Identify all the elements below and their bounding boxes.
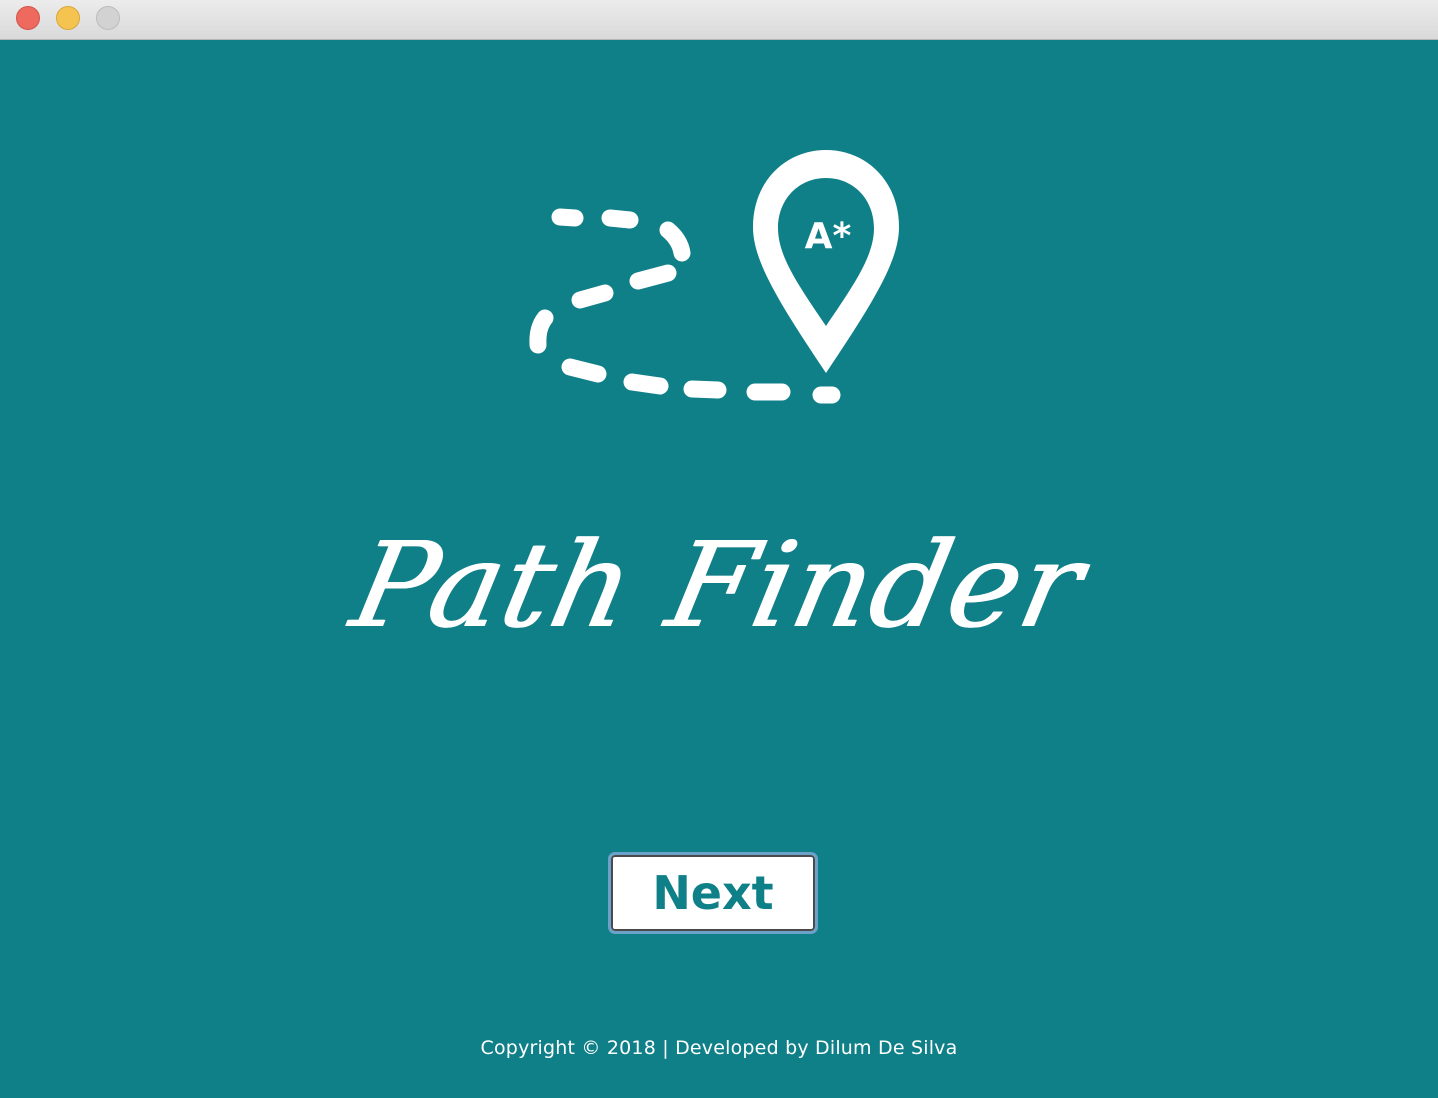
copyright-text: Copyright © 2018 | Developed by Dilum De… <box>480 1037 958 1059</box>
pin-label: A* <box>805 216 852 257</box>
app-window: A* Path Finder Next Copyright © 2018 | D… <box>0 0 1438 1098</box>
app-logo: A* <box>529 150 899 404</box>
map-pin-icon: A* <box>753 150 899 373</box>
app-title: Path Finder <box>341 516 1097 654</box>
welcome-screen: A* Path Finder Next Copyright © 2018 | D… <box>0 40 1438 1098</box>
title-bar <box>0 0 1438 40</box>
minimize-icon[interactable] <box>56 6 80 30</box>
close-icon[interactable] <box>16 6 40 30</box>
maximize-icon[interactable] <box>96 6 120 30</box>
next-button[interactable]: Next <box>608 852 818 934</box>
